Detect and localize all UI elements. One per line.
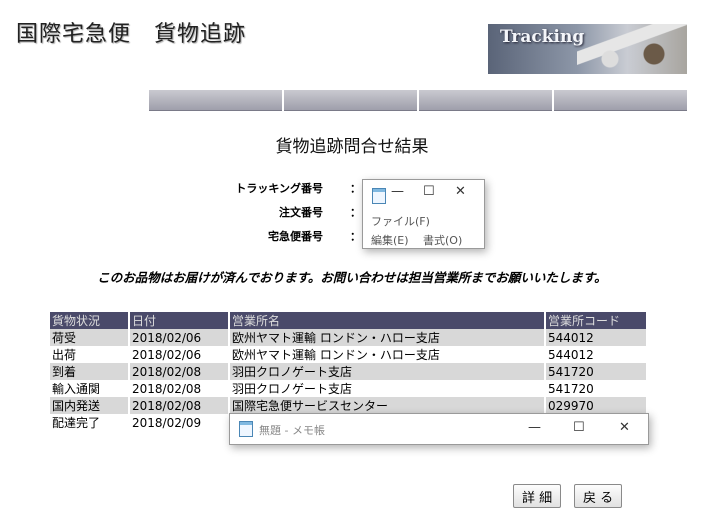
menu-file[interactable]: ファイル(F) bbox=[371, 213, 430, 229]
close-button[interactable]: ✕ bbox=[455, 184, 466, 199]
header-status: 貨物状況 bbox=[50, 312, 130, 329]
cell-status: 出荷 bbox=[50, 346, 130, 363]
notepad-icon bbox=[239, 421, 253, 437]
cell-office: 欧州ヤマト運輸 ロンドン・ハロー支店 bbox=[229, 346, 546, 363]
back-button[interactable]: 戻 る bbox=[574, 484, 623, 508]
cell-date: 2018/02/06 bbox=[129, 346, 230, 363]
cell-status: 到着 bbox=[50, 363, 130, 380]
cell-office: 欧州ヤマト運輸 ロンドン・ハロー支店 bbox=[229, 329, 546, 346]
tracking-banner: Tracking bbox=[488, 24, 687, 74]
cell-status: 輸入通関 bbox=[50, 380, 130, 397]
notepad-window-wide[interactable]: 無題 - メモ帳 — ☐ ✕ bbox=[229, 413, 649, 445]
banner-label: Tracking bbox=[500, 27, 585, 47]
cell-date: 2018/02/08 bbox=[129, 363, 230, 380]
cell-office-code: 544012 bbox=[545, 329, 648, 346]
window-title: 無題 - メモ帳 bbox=[259, 424, 325, 437]
tracking-number-label: トラッキング番号 bbox=[235, 182, 323, 195]
delivery-notice: このお品物はお届けが済んでおります。お問い合わせは担当営業所までお願いいたします… bbox=[97, 270, 607, 285]
close-button[interactable]: ✕ bbox=[619, 420, 630, 435]
table-row: 輸入通関 2018/02/08 羽田クロノゲート支店 541720 bbox=[50, 380, 648, 397]
nav-tab-4[interactable] bbox=[554, 90, 687, 111]
details-button[interactable]: 詳 細 bbox=[513, 484, 562, 508]
cell-date: 2018/02/08 bbox=[129, 397, 230, 414]
cell-office: 羽田クロノゲート支店 bbox=[229, 380, 546, 397]
minimize-button[interactable]: — bbox=[528, 420, 541, 435]
delivery-number-colon: ： bbox=[350, 230, 361, 243]
table-row: 荷受 2018/02/06 欧州ヤマト運輸 ロンドン・ハロー支店 544012 bbox=[50, 329, 648, 346]
maximize-button[interactable]: ☐ bbox=[423, 184, 435, 199]
table-row: 国内発送 2018/02/08 国際宅急便サービスセンター 029970 bbox=[50, 397, 648, 414]
table-row: 出荷 2018/02/06 欧州ヤマト運輸 ロンドン・ハロー支店 544012 bbox=[50, 346, 648, 363]
cell-office-code: 541720 bbox=[545, 380, 648, 397]
banner-image bbox=[577, 24, 687, 74]
cell-status: 荷受 bbox=[50, 329, 130, 346]
nav-tab-1[interactable] bbox=[149, 90, 282, 111]
order-number-label: 注文番号 bbox=[279, 206, 323, 219]
cell-date: 2018/02/08 bbox=[129, 380, 230, 397]
nav-tab-3[interactable] bbox=[419, 90, 552, 111]
maximize-button[interactable]: ☐ bbox=[573, 420, 585, 435]
cell-date: 2018/02/06 bbox=[129, 329, 230, 346]
menu-edit[interactable]: 編集(E) bbox=[371, 232, 409, 248]
minimize-button[interactable]: — bbox=[391, 184, 404, 199]
cell-office: 国際宅急便サービスセンター bbox=[229, 397, 546, 414]
page-title: 貨物追跡問合せ結果 bbox=[275, 137, 429, 157]
cell-status: 配達完了 bbox=[50, 414, 130, 431]
cell-status: 国内発送 bbox=[50, 397, 130, 414]
tracking-number-colon: ： bbox=[350, 182, 361, 195]
header-office: 営業所名 bbox=[229, 312, 546, 329]
cell-office-code: 029970 bbox=[545, 397, 648, 414]
header-office-code: 営業所コード bbox=[545, 312, 648, 329]
menu-format[interactable]: 書式(O) bbox=[423, 232, 462, 248]
site-title: 国際宅急便 貨物追跡 bbox=[16, 22, 247, 47]
notepad-icon bbox=[372, 188, 386, 204]
cell-office: 羽田クロノゲート支店 bbox=[229, 363, 546, 380]
cell-date: 2018/02/09 bbox=[129, 414, 230, 431]
header-date: 日付 bbox=[129, 312, 230, 329]
nav-bar bbox=[149, 90, 687, 111]
cell-office-code: 544012 bbox=[545, 346, 648, 363]
table-header-row: 貨物状況 日付 営業所名 営業所コード bbox=[50, 312, 648, 329]
delivery-number-label: 宅急便番号 bbox=[268, 230, 323, 243]
order-number-colon: ： bbox=[350, 206, 361, 219]
nav-tab-2[interactable] bbox=[284, 90, 417, 111]
table-row: 到着 2018/02/08 羽田クロノゲート支店 541720 bbox=[50, 363, 648, 380]
cell-office-code: 541720 bbox=[545, 363, 648, 380]
notepad-window-small[interactable]: — ☐ ✕ ファイル(F) 編集(E) 書式(O) bbox=[362, 179, 485, 249]
